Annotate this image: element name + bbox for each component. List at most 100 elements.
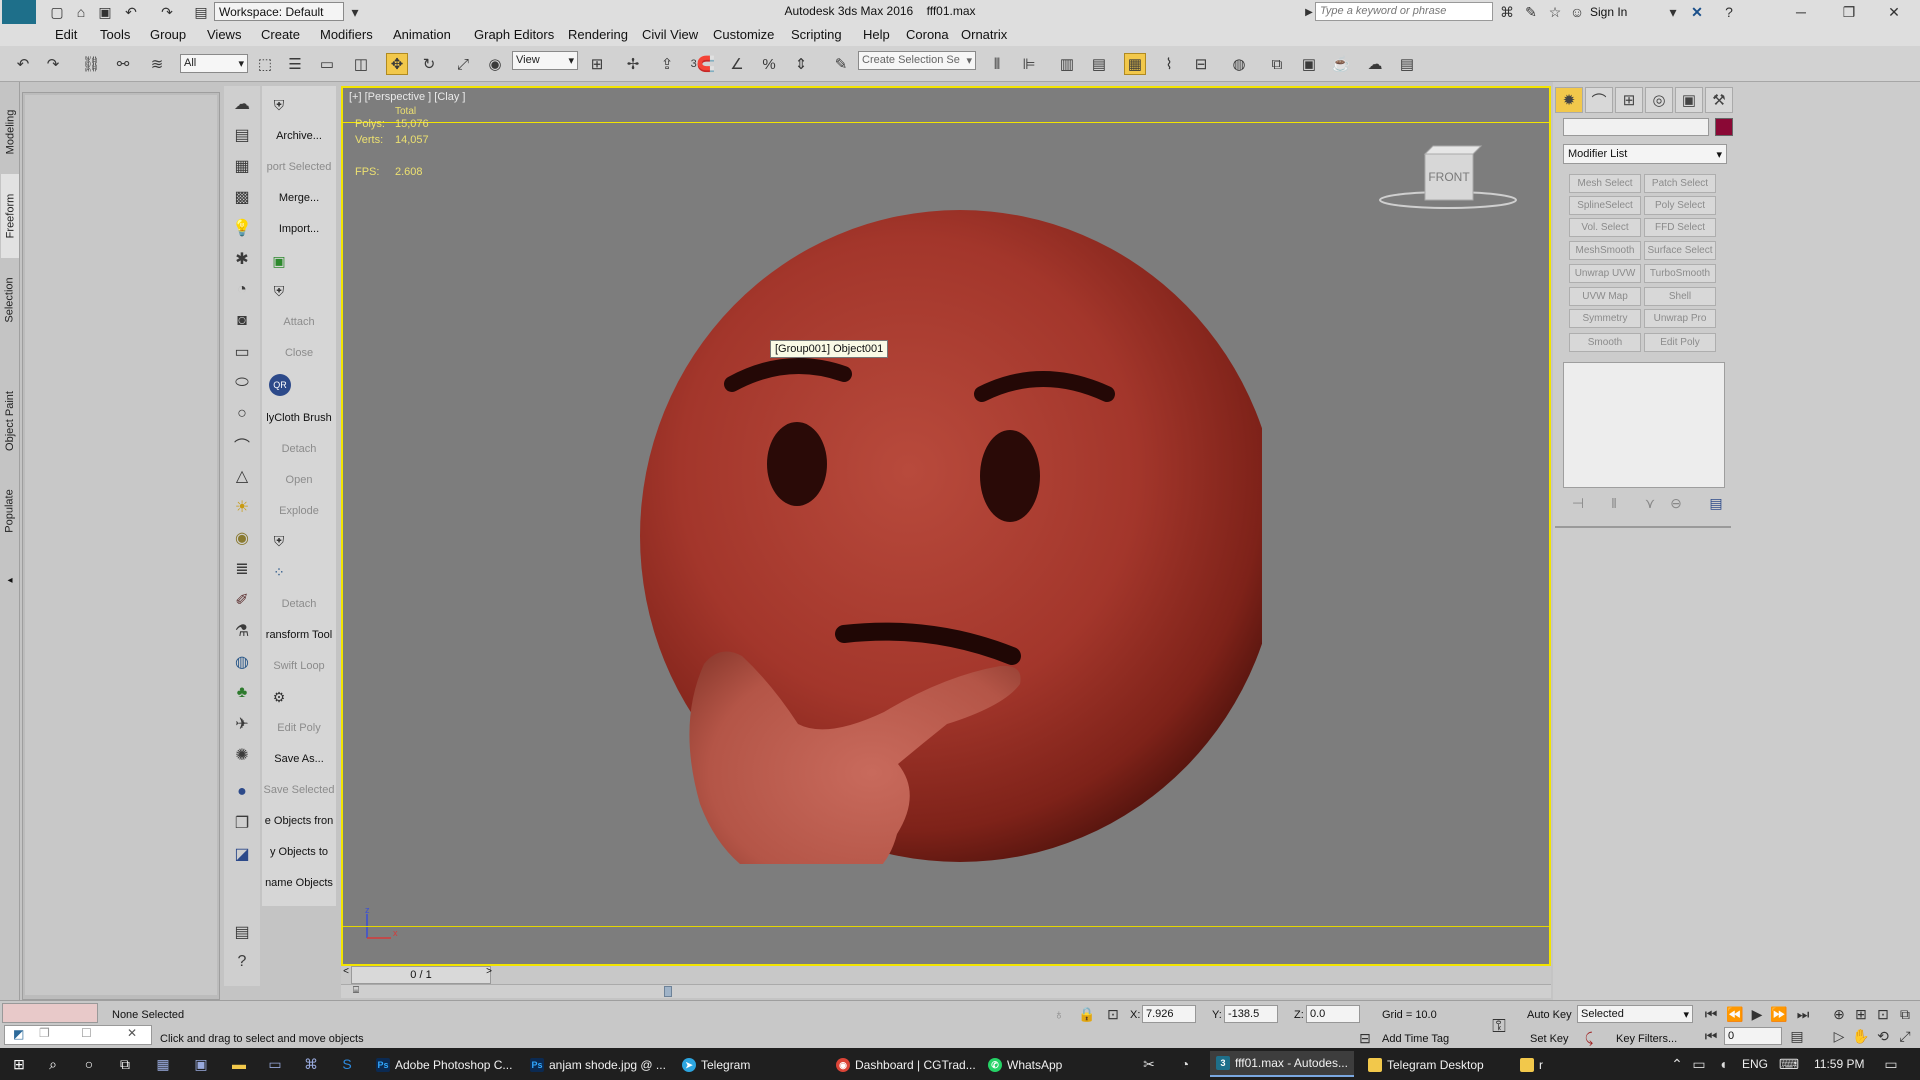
menu-animation[interactable]: Animation (393, 27, 451, 42)
material-editor-icon[interactable]: ◍ (1228, 53, 1250, 75)
show-end-result-icon[interactable]: ‖ (1603, 492, 1625, 514)
utilities-tab-icon[interactable]: ⚒ (1705, 87, 1733, 113)
file-explorer-icon[interactable]: ▬ (228, 1053, 250, 1075)
keyboard-icon[interactable]: ⌨ (1778, 1053, 1800, 1075)
taskbar-photoshop-file[interactable]: Ps anjam shode.jpg @ ... (530, 1054, 666, 1076)
polycloth-brush-button[interactable]: lyCloth Brush (262, 412, 336, 424)
clock[interactable]: 11:59 PM (1814, 1057, 1864, 1071)
green-box-icon[interactable]: ▣ (268, 250, 290, 272)
clock-app-icon[interactable]: ◔ (1174, 1053, 1196, 1075)
modify-tab-icon[interactable]: ⌒ (1585, 87, 1613, 113)
align-icon[interactable]: ⊫ (1018, 53, 1040, 75)
surface-select-button[interactable]: Surface Select (1644, 241, 1716, 260)
flask-icon[interactable]: ⚗ (230, 619, 254, 643)
render-shade-icon[interactable]: ▤ (1396, 53, 1418, 75)
display-tab-icon[interactable]: ▣ (1675, 87, 1703, 113)
sign-in-button[interactable]: Sign In (1590, 5, 1627, 19)
menu-ornatrix[interactable]: Ornatrix (961, 27, 1007, 42)
rendered-frame-window-icon[interactable]: ▣ (1298, 53, 1320, 75)
y-coordinate-field[interactable]: -138.5 (1224, 1005, 1278, 1023)
transform-tool-button[interactable]: ransform Tool (262, 629, 336, 641)
swift-loop-button[interactable]: Swift Loop (262, 660, 336, 672)
help-icon[interactable]: ? (1718, 1, 1740, 23)
spinner-snap-icon[interactable]: ⇕ (790, 53, 812, 75)
close-icon[interactable]: ✕ (1883, 1, 1905, 23)
expand-ribbon-icon[interactable]: ◂ (1, 572, 19, 588)
cortana-icon[interactable]: ○ (78, 1053, 100, 1075)
auto-key-button[interactable]: Auto Key (1527, 1009, 1572, 1021)
subscription-icon[interactable]: ✎ (1520, 1, 1542, 23)
viewcube[interactable]: FRONT (1378, 140, 1518, 212)
key-filters-button[interactable]: Key Filters... (1616, 1033, 1677, 1045)
merge-button[interactable]: Merge... (262, 192, 336, 204)
hat-icon[interactable]: ⌒ (230, 433, 254, 457)
previous-frame-icon[interactable]: ⏪ (1724, 1003, 1746, 1025)
menu-tools[interactable]: Tools (100, 27, 130, 42)
globe-icon[interactable]: ◍ (230, 650, 254, 674)
maximize-viewport-icon[interactable]: ⤢ (1894, 1025, 1916, 1047)
taskbar-3dsmax[interactable]: 3 fff01.max - Autodes... (1210, 1051, 1354, 1077)
taskbar-whatsapp[interactable]: ✆ WhatsApp (988, 1054, 1062, 1076)
prev-frame-icon[interactable]: < (341, 966, 351, 984)
maxscript-mini-listener[interactable]: ◩ ❐ ☐ ✕ (4, 1025, 152, 1045)
rename-icon[interactable]: ◪ (230, 842, 254, 866)
qr-icon[interactable]: QR (269, 374, 291, 396)
menu-edit[interactable]: Edit (55, 27, 77, 42)
go-to-start-icon[interactable]: ⏮ (1700, 1003, 1722, 1025)
star-icon[interactable]: ☆ (1544, 1, 1566, 23)
copy-icon[interactable]: ❐ (230, 811, 254, 835)
project-folder-icon[interactable]: ▤ (190, 1, 212, 23)
patch-select-button[interactable]: Patch Select (1644, 174, 1716, 193)
pivot-center-icon[interactable]: ⊞ (586, 53, 608, 75)
rectangle-icon[interactable]: ▭ (230, 340, 254, 364)
field-of-view-icon[interactable]: ▷ (1828, 1025, 1850, 1047)
restore-icon[interactable]: ❐ (1838, 1, 1860, 23)
scale-icon[interactable]: ⤢ (452, 53, 474, 75)
orbit-icon[interactable]: ⟲ (1872, 1025, 1894, 1047)
frame-counter[interactable]: 0 / 1 (351, 966, 491, 984)
new-file-icon[interactable]: ▢ (46, 1, 68, 23)
scene-explorer-list[interactable] (25, 95, 217, 995)
task-view-icon[interactable]: ⧉ (114, 1053, 136, 1075)
ellipse-icon[interactable]: ⬭ (230, 371, 254, 395)
open-button[interactable]: Open (262, 474, 336, 486)
snipping-icon[interactable]: ✂ (1138, 1053, 1160, 1075)
sphere-icon[interactable]: ● (230, 780, 254, 804)
restore-icon[interactable]: ❐ (39, 1026, 50, 1040)
binoculars-icon[interactable]: ⌘ (1496, 1, 1518, 23)
import-button[interactable]: Import... (262, 223, 336, 235)
play-icon[interactable]: ▶ (1746, 1003, 1768, 1025)
window-crossing-icon[interactable]: ◫ (350, 53, 372, 75)
select-object-icon[interactable]: ⬚ (254, 53, 276, 75)
tab-freeform[interactable]: Freeform (1, 174, 19, 258)
lock-selection-icon[interactable]: ♁ (1048, 1003, 1070, 1025)
time-tag-icon[interactable]: ⊟ (1354, 1027, 1376, 1049)
save-as-button[interactable]: Save As... (262, 753, 336, 765)
detach-button-2[interactable]: Detach (262, 598, 336, 610)
modifier-stack[interactable] (1563, 362, 1725, 488)
shell-button[interactable]: Shell (1644, 287, 1716, 306)
render-setup-icon[interactable]: ⧉ (1266, 53, 1288, 75)
edit-poly-modifier-button[interactable]: Edit Poly (1644, 333, 1716, 352)
select-move-icon[interactable]: ✥ (386, 53, 408, 75)
pin-stack-icon[interactable]: ⊣ (1567, 492, 1589, 514)
viewport-label[interactable]: [+] [Perspective ] [Clay ] (349, 91, 465, 103)
render-iterative-icon[interactable]: ☁ (1364, 53, 1386, 75)
ffd-select-button[interactable]: FFD Select (1644, 218, 1716, 237)
exchange-icon[interactable]: ✕ (1686, 1, 1708, 23)
pan-icon[interactable]: ✋ (1850, 1025, 1872, 1047)
menu-modifiers[interactable]: Modifiers (320, 27, 373, 42)
chevron-down-icon[interactable]: ▾ (1662, 1, 1684, 23)
menu-create[interactable]: Create (261, 27, 300, 42)
toggle-ribbon-icon[interactable]: ▤ (1088, 53, 1110, 75)
menu-corona[interactable]: Corona (906, 27, 949, 42)
rectangular-selection-icon[interactable]: ▭ (316, 53, 338, 75)
question-icon[interactable]: ? (230, 950, 254, 974)
taskbar-telegram[interactable]: ➤ Telegram (682, 1054, 750, 1076)
timeline-track[interactable]: ⌸ (341, 984, 1551, 998)
scatter-icon[interactable]: ✺ (230, 743, 254, 767)
redo-icon[interactable]: ↷ (42, 53, 64, 75)
save-icon[interactable]: ▣ (94, 1, 116, 23)
reference-coordinate-dropdown[interactable]: View ▾ (512, 51, 578, 70)
taskbar-chrome[interactable]: ◉ Dashboard | CGTrad... (836, 1054, 976, 1076)
